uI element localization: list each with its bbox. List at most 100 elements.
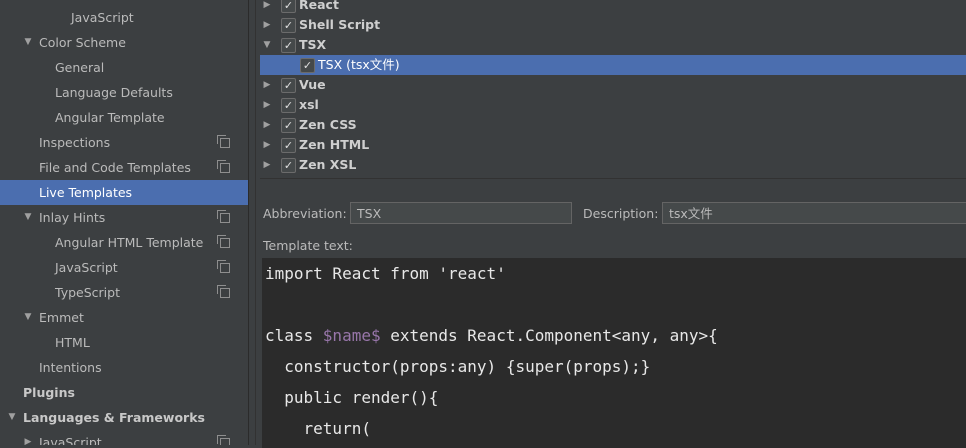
checkbox-checked-icon[interactable]: ✓ [300,58,315,73]
sidebar-item-label: JavaScript [71,10,134,25]
sidebar-item-language-defaults[interactable]: Language Defaults [0,80,248,105]
sidebar-item-label: General [55,60,105,75]
sidebar-item-label: Inlay Hints [39,210,106,225]
template-group-zen-html[interactable]: ▶ ✓ Zen HTML [260,135,966,155]
abbreviation-input[interactable]: TSX [350,202,572,224]
settings-sidebar: JavaScript ▼ Color Scheme General Language D… [0,0,248,445]
template-variable: $name$ [322,326,381,345]
code-line: return( [265,413,371,444]
triangle-down-icon[interactable]: ▼ [23,30,33,55]
template-group-tsx[interactable]: ▼ ✓ TSX [260,35,966,55]
template-group-zen-xsl[interactable]: ▶ ✓ Zen XSL [260,155,966,175]
template-label: React [299,0,339,12]
code-line: class $name$ extends React.Component<any… [265,320,718,351]
sidebar-item-intentions[interactable]: Intentions [0,355,248,380]
code-line: constructor(props:any) {super(props);} [265,351,650,382]
triangle-right-icon[interactable]: ▶ [262,95,272,115]
copy-settings-icon [217,435,230,445]
template-label: TSX (tsx文件) [318,57,400,72]
template-label: Zen HTML [299,137,370,152]
sidebar-item-general[interactable]: General [0,55,248,80]
sidebar-item-inlay-hints[interactable]: ▼ Inlay Hints [0,205,248,230]
checkbox-checked-icon[interactable]: ✓ [281,138,296,153]
sidebar-item-label: TypeScript [55,285,120,300]
checkbox-checked-icon[interactable]: ✓ [281,158,296,173]
copy-settings-icon [217,210,230,223]
copy-settings-icon [217,235,230,248]
template-label: Zen XSL [299,157,357,172]
template-label: xsl [299,97,319,112]
sidebar-item-inspections[interactable]: Inspections [0,130,248,155]
sidebar-item-plugins[interactable]: Plugins [0,380,248,405]
template-group-vue[interactable]: ▶ ✓ Vue [260,75,966,95]
code-token: class [265,326,323,345]
copy-settings-icon [217,160,230,173]
sidebar-item-label: Inspections [39,135,111,150]
sidebar-item-color-scheme[interactable]: ▼ Color Scheme [0,30,248,55]
sidebar-item-javascript[interactable]: JavaScript [0,5,248,30]
template-text-label: Template text: [263,238,353,253]
template-group-zen-css[interactable]: ▶ ✓ Zen CSS [260,115,966,135]
checkbox-checked-icon[interactable]: ✓ [281,98,296,113]
triangle-right-icon[interactable]: ▶ [23,430,33,445]
sidebar-item-label: Angular Template [55,110,165,125]
triangle-right-icon[interactable]: ▶ [262,15,272,35]
sidebar-item-typescript[interactable]: TypeScript [0,280,248,305]
sidebar-item-label: JavaScript [55,260,118,275]
template-text-editor[interactable]: import React from 'react' class $name$ ex… [262,258,966,448]
sidebar-item-angular-template[interactable]: Angular Template [0,105,248,130]
checkbox-checked-icon[interactable]: ✓ [281,18,296,33]
template-label: Zen CSS [299,117,357,132]
sidebar-item-label: Plugins [23,385,75,400]
sidebar-item-label: Languages & Frameworks [23,410,205,425]
checkbox-checked-icon[interactable]: ✓ [281,118,296,133]
checkbox-checked-icon[interactable]: ✓ [281,0,296,13]
template-label: Vue [299,77,326,92]
triangle-right-icon[interactable]: ▶ [262,155,272,175]
triangle-down-icon[interactable]: ▼ [23,305,33,330]
sidebar-item-javascript[interactable]: JavaScript [0,255,248,280]
triangle-right-icon[interactable]: ▶ [262,115,272,135]
triangle-down-icon[interactable]: ▼ [7,405,17,430]
code-token: return( [265,419,371,438]
triangle-down-icon[interactable]: ▼ [23,205,33,230]
code-line: import React from 'react' [265,258,506,289]
code-token: import React from 'react' [265,264,506,283]
triangle-down-icon[interactable]: ▼ [262,35,272,55]
description-label: Description: [583,206,659,221]
triangle-right-icon[interactable]: ▶ [262,75,272,95]
sidebar-item-angular-html-template[interactable]: Angular HTML Template [0,230,248,255]
sidebar-item-html[interactable]: HTML [0,330,248,355]
live-templates-tree: ▶ ✓ React ▶ ✓ Shell Script ▼ ✓ TSX ✓ TSX (tsx文件) ▶ ✓… [260,0,966,179]
sidebar-item-emmet[interactable]: ▼ Emmet [0,305,248,330]
template-group-xsl[interactable]: ▶ ✓ xsl [260,95,966,115]
template-label: TSX [299,37,327,52]
template-group-react[interactable]: ▶ ✓ React [260,0,966,15]
abbreviation-label: Abbreviation: [263,206,347,221]
code-token: extends React.Component<any, any>{ [380,326,718,345]
sidebar-item-label: HTML [55,335,90,350]
checkbox-checked-icon[interactable]: ✓ [281,38,296,53]
copy-settings-icon [217,285,230,298]
sidebar-item-label: Emmet [39,310,84,325]
code-token: constructor(props:any) {super(props);} [265,357,651,376]
sidebar-item-file-and-code-templates[interactable]: File and Code Templates [0,155,248,180]
template-group-shell-script[interactable]: ▶ ✓ Shell Script [260,15,966,35]
sidebar-item-javascript[interactable]: ▶ JavaScript [0,430,248,445]
checkbox-checked-icon[interactable]: ✓ [281,78,296,93]
copy-settings-icon [217,135,230,148]
copy-settings-icon [217,260,230,273]
sidebar-item-label: Language Defaults [55,85,173,100]
triangle-right-icon[interactable]: ▶ [262,0,272,15]
sidebar-item-label: JavaScript [39,435,102,445]
sidebar-item-languages-frameworks[interactable]: ▼ Languages & Frameworks [0,405,248,430]
sidebar-item-label: Intentions [39,360,102,375]
code-line: public render(){ [265,382,438,413]
template-item-tsx-tsx[interactable]: ✓ TSX (tsx文件) [260,55,966,75]
template-label: Shell Script [299,17,381,32]
sidebar-item-live-templates[interactable]: Live Templates [0,180,248,205]
sidebar-item-label: Live Templates [39,185,133,200]
description-input[interactable]: tsx文件 [662,202,966,224]
sidebar-item-label: Color Scheme [39,35,126,50]
triangle-right-icon[interactable]: ▶ [262,135,272,155]
